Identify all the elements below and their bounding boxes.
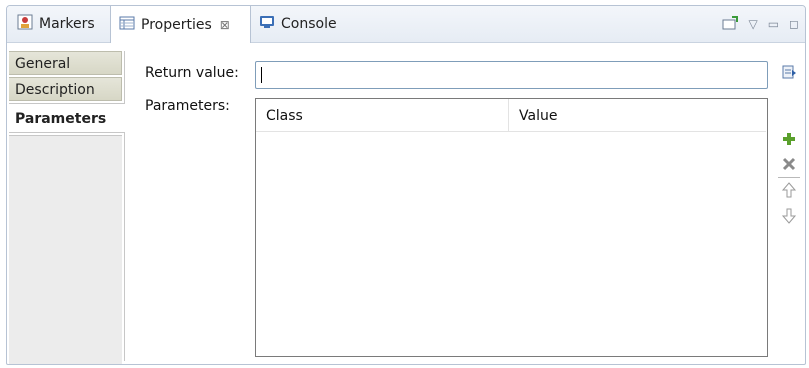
close-icon[interactable]: ⊠ <box>220 18 230 32</box>
parameters-label: Parameters: <box>145 98 230 114</box>
view-toolbar: ▽ ▭ ◻ <box>722 6 799 42</box>
section-tabs-background <box>9 135 122 364</box>
remove-icon <box>781 156 797 176</box>
move-down-icon <box>781 208 797 228</box>
add-parameter-button[interactable] <box>779 131 799 151</box>
tab-properties[interactable]: Properties ⊠ <box>110 6 251 43</box>
move-down-button[interactable] <box>779 208 799 228</box>
markers-icon <box>17 14 33 34</box>
tab-markers[interactable]: Markers <box>9 6 112 42</box>
view-tab-strip: Markers Properties ⊠ Console ▽ ▭ ◻ <box>7 6 805 43</box>
section-tab-general[interactable]: General <box>9 51 122 75</box>
toolbar-separator <box>778 177 800 178</box>
tab-properties-label: Properties <box>141 16 212 33</box>
return-value-input[interactable] <box>255 61 768 89</box>
move-up-icon <box>781 182 797 202</box>
section-tab-parameters[interactable]: Parameters <box>9 103 125 133</box>
tab-markers-label: Markers <box>39 16 95 32</box>
tab-console-label: Console <box>281 16 337 32</box>
pin-icon[interactable] <box>722 15 739 33</box>
section-tab-description[interactable]: Description <box>9 77 122 101</box>
parameters-table[interactable]: Class Value <box>255 98 768 357</box>
export-icon <box>781 64 797 84</box>
column-header-value[interactable]: Value <box>509 99 766 131</box>
remove-parameter-button[interactable] <box>779 156 799 176</box>
column-header-class[interactable]: Class <box>256 99 509 131</box>
section-tabs: General Description Parameters <box>9 51 125 364</box>
add-icon <box>781 131 797 151</box>
tab-console[interactable]: Console <box>251 6 351 42</box>
properties-icon <box>119 15 135 35</box>
table-header: Class Value <box>256 99 766 132</box>
console-icon <box>259 14 275 34</box>
properties-view: Markers Properties ⊠ Console ▽ ▭ ◻ Gener… <box>6 5 806 365</box>
export-button[interactable] <box>779 64 799 84</box>
return-value-label: Return value: <box>145 65 239 81</box>
move-up-button[interactable] <box>779 182 799 202</box>
text-caret <box>261 67 262 83</box>
maximize-icon[interactable]: ◻ <box>789 17 799 31</box>
view-menu-icon[interactable]: ▽ <box>748 17 757 31</box>
minimize-icon[interactable]: ▭ <box>768 17 779 31</box>
